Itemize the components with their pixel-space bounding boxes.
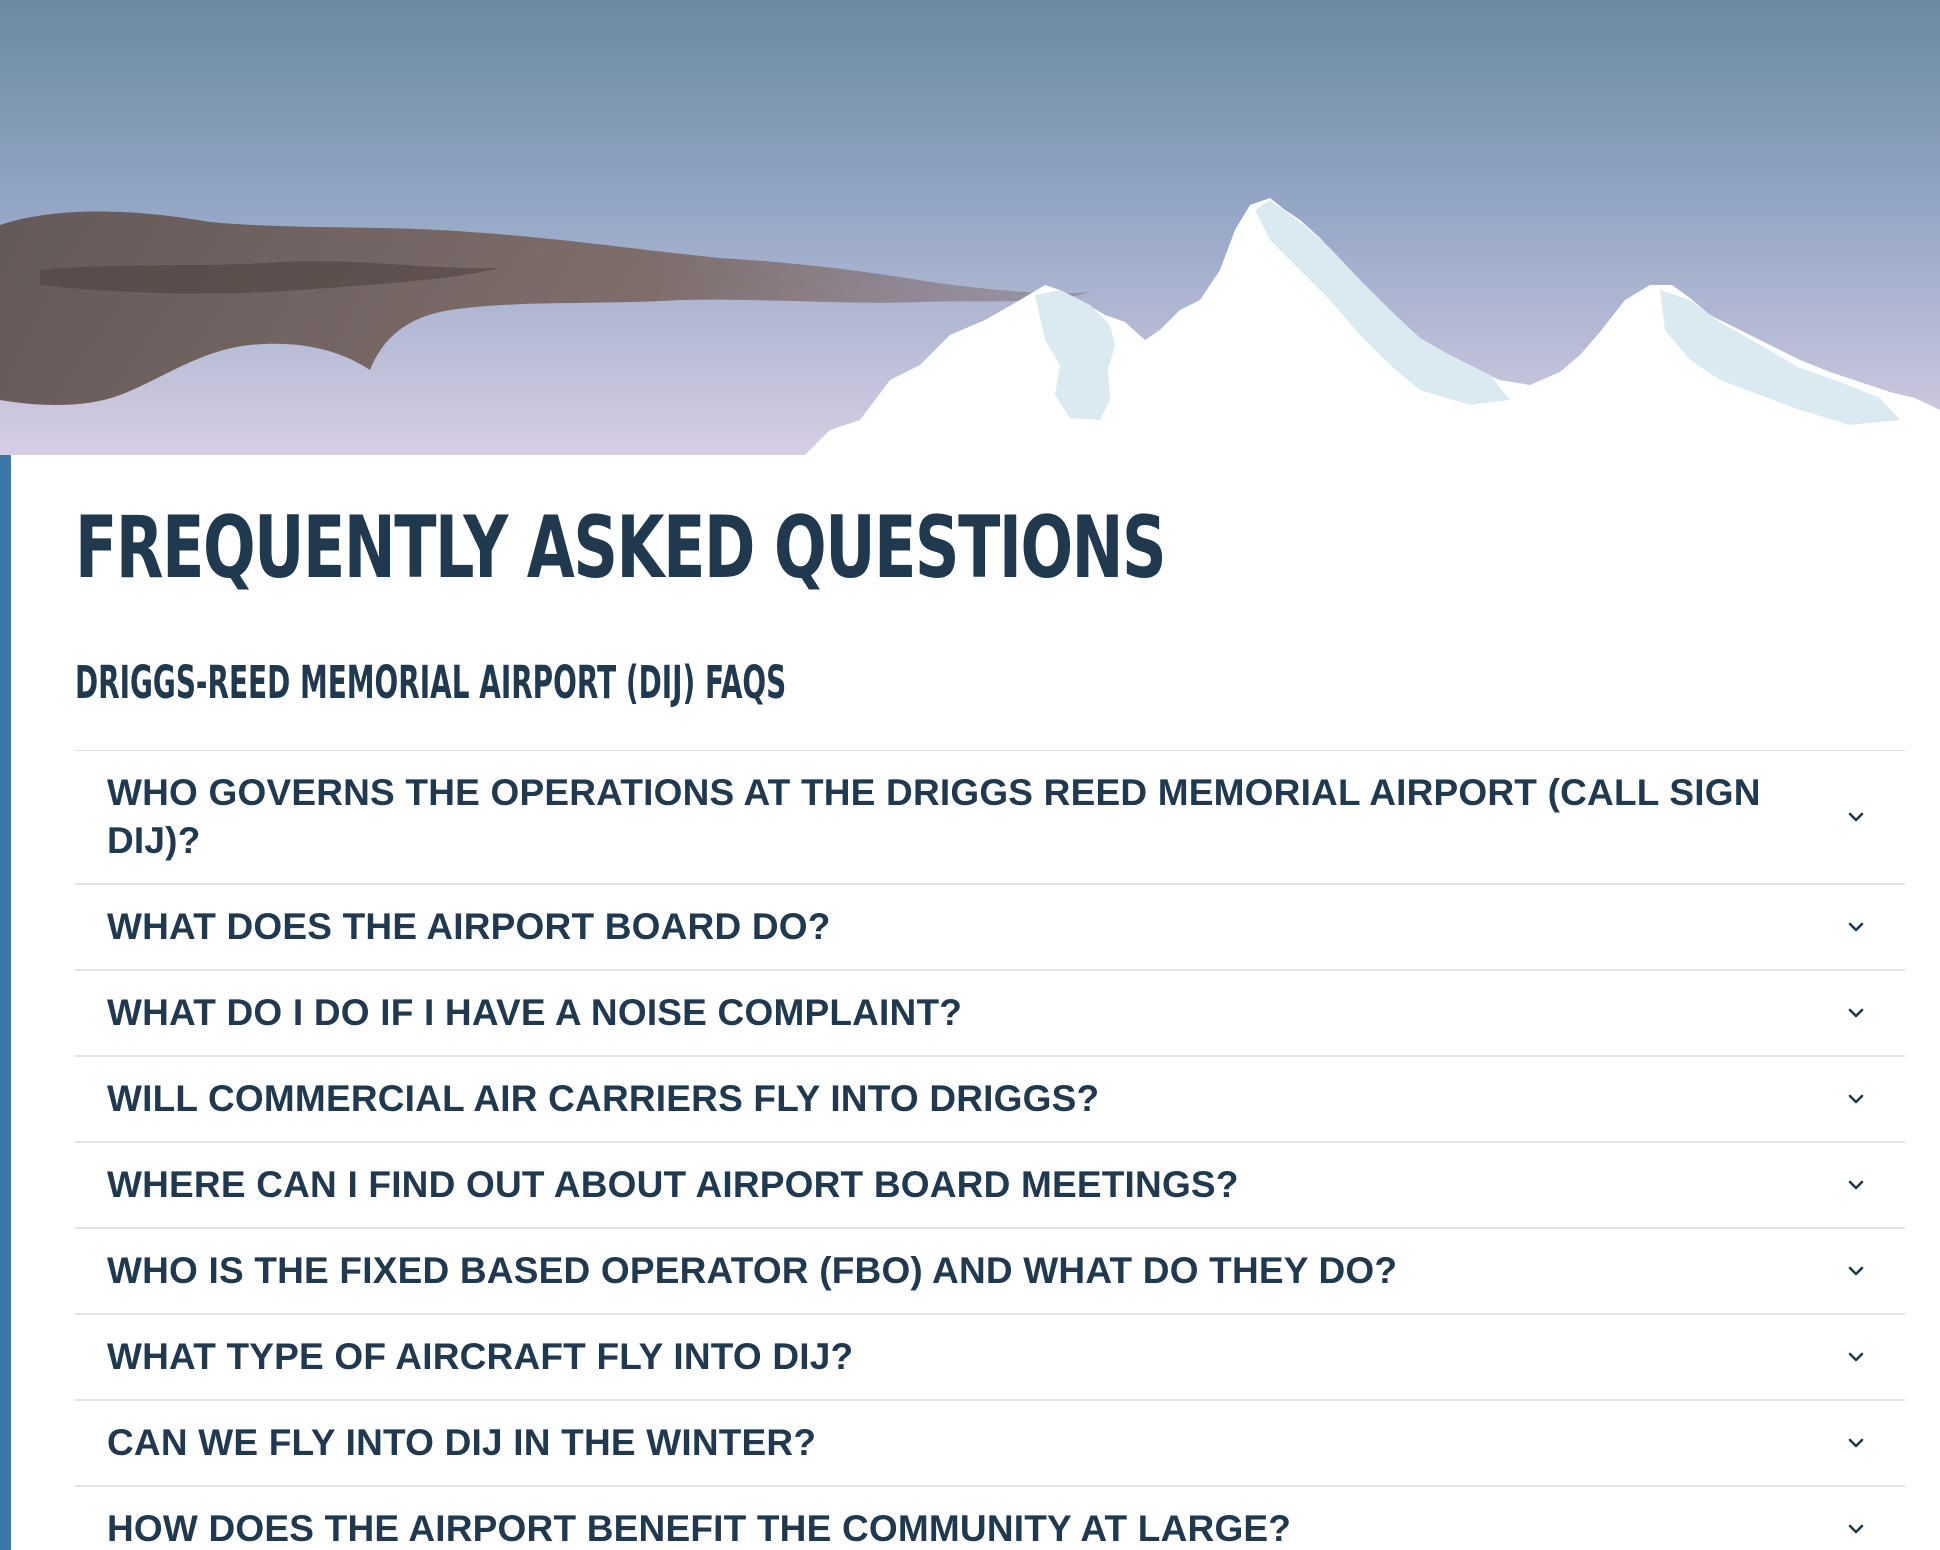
faq-question: WHO IS THE FIXED BASED OPERATOR (FBO) AN…: [107, 1250, 1398, 1291]
section-title: DRIGGS-REED MEMORIAL AIRPORT (DIJ) FAQS: [75, 656, 787, 709]
page-title: FREQUENTLY ASKED QUESTIONS: [75, 498, 1167, 598]
faq-accordion: WHO GOVERNS THE OPERATIONS AT THE DRIGGS…: [75, 750, 1905, 1550]
faq-item[interactable]: WHAT TYPE OF AIRCRAFT FLY INTO DIJ?: [75, 1315, 1905, 1401]
faq-item[interactable]: WHO IS THE FIXED BASED OPERATOR (FBO) AN…: [75, 1229, 1905, 1315]
chevron-down-icon[interactable]: [1847, 1434, 1865, 1452]
faq-item[interactable]: WHERE CAN I FIND OUT ABOUT AIRPORT BOARD…: [75, 1143, 1905, 1229]
chevron-down-icon[interactable]: [1847, 1262, 1865, 1280]
accent-side-bar: [0, 455, 11, 1550]
faq-question: WHERE CAN I FIND OUT ABOUT AIRPORT BOARD…: [107, 1164, 1239, 1205]
faq-question: WILL COMMERCIAL AIR CARRIERS FLY INTO DR…: [107, 1078, 1100, 1119]
faq-item[interactable]: WHAT DO I DO IF I HAVE A NOISE COMPLAINT…: [75, 971, 1905, 1057]
chevron-down-icon[interactable]: [1847, 1004, 1865, 1022]
chevron-down-icon[interactable]: [1847, 1090, 1865, 1108]
faq-question: HOW DOES THE AIRPORT BENEFIT THE COMMUNI…: [107, 1508, 1292, 1549]
faq-question: WHAT TYPE OF AIRCRAFT FLY INTO DIJ?: [107, 1336, 854, 1377]
chevron-down-icon[interactable]: [1847, 1348, 1865, 1366]
faq-question: CAN WE FLY INTO DIJ IN THE WINTER?: [107, 1422, 817, 1463]
chevron-down-icon[interactable]: [1847, 808, 1865, 826]
page: FREQUENTLY ASKED QUESTIONS DRIGGS-REED M…: [0, 0, 1940, 1550]
mountain-hero-image: [0, 0, 1940, 460]
faq-item[interactable]: WHO GOVERNS THE OPERATIONS AT THE DRIGGS…: [75, 751, 1905, 885]
faq-item[interactable]: HOW DOES THE AIRPORT BENEFIT THE COMMUNI…: [75, 1487, 1905, 1550]
faq-item[interactable]: WHAT DOES THE AIRPORT BOARD DO?: [75, 885, 1905, 971]
chevron-down-icon[interactable]: [1847, 918, 1865, 936]
faq-question: WHAT DO I DO IF I HAVE A NOISE COMPLAINT…: [107, 992, 963, 1033]
faq-question: WHAT DOES THE AIRPORT BOARD DO?: [107, 906, 831, 947]
faq-item[interactable]: CAN WE FLY INTO DIJ IN THE WINTER?: [75, 1401, 1905, 1487]
chevron-down-icon[interactable]: [1847, 1520, 1865, 1538]
hero-banner: [0, 0, 1940, 460]
faq-item[interactable]: WILL COMMERCIAL AIR CARRIERS FLY INTO DR…: [75, 1057, 1905, 1143]
chevron-down-icon[interactable]: [1847, 1176, 1865, 1194]
main-content: FREQUENTLY ASKED QUESTIONS DRIGGS-REED M…: [75, 505, 1905, 1550]
faq-question: WHO GOVERNS THE OPERATIONS AT THE DRIGGS…: [107, 772, 1761, 861]
